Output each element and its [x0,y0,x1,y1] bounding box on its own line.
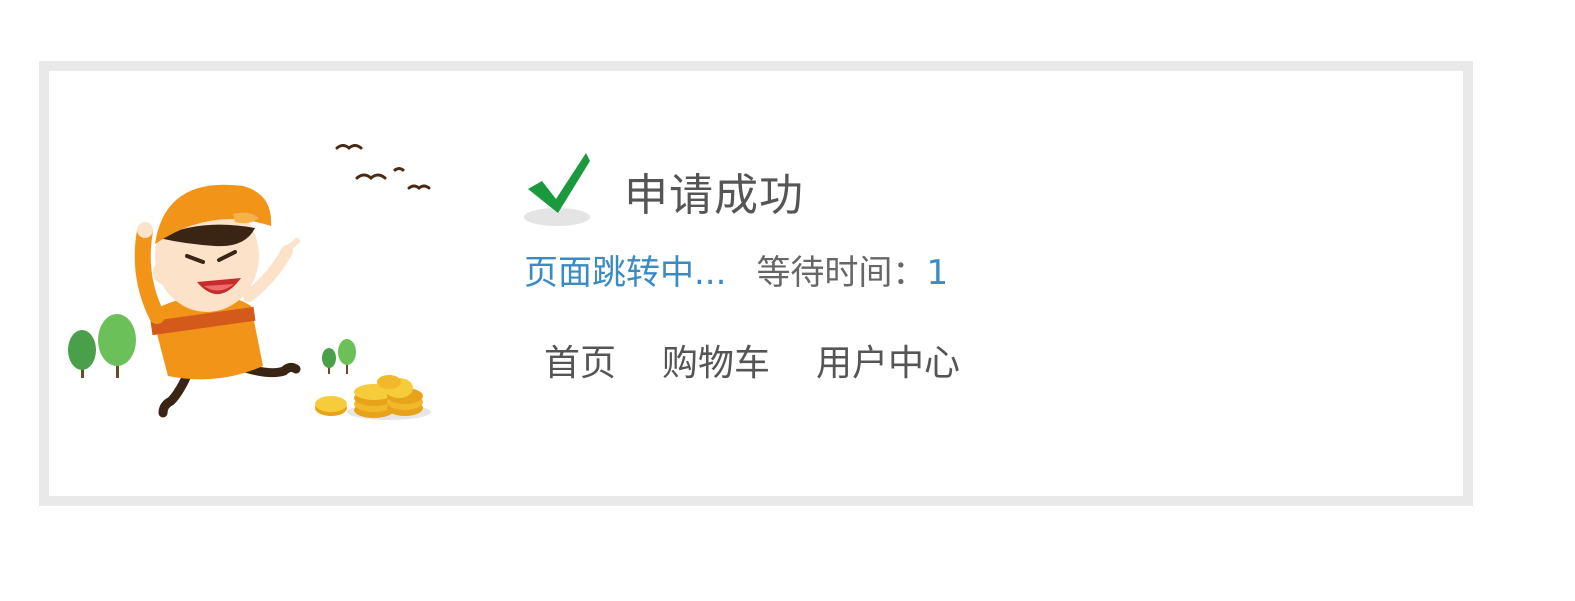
small-tree-icon [322,339,356,374]
status-row: 申请成功 [524,151,960,231]
wait-time-count: 1 [926,253,949,293]
coins-icon [315,375,431,420]
quick-nav: 首页 购物车 用户中心 [544,334,960,386]
user-center-link[interactable]: 用户中心 [816,334,960,386]
redirect-row: 页面跳转中... 等待时间： 1 [524,245,960,294]
tree-icon [68,314,136,378]
home-link[interactable]: 首页 [544,334,616,386]
cart-link[interactable]: 购物车 [662,334,770,386]
wait-time-label: 等待时间： [756,253,927,293]
result-content: 申请成功 页面跳转中... 等待时间： 1 首页 购物车 用户中心 [524,151,960,386]
worker-character-icon [134,184,301,418]
checkmark-icon [524,153,590,226]
birds-icon [335,144,431,190]
status-title: 申请成功 [624,170,804,221]
running-worker-illustration [68,144,431,420]
redirect-text[interactable]: 页面跳转中... [524,245,726,294]
result-panel: 申请成功 页面跳转中... 等待时间： 1 首页 购物车 用户中心 [39,61,1473,506]
